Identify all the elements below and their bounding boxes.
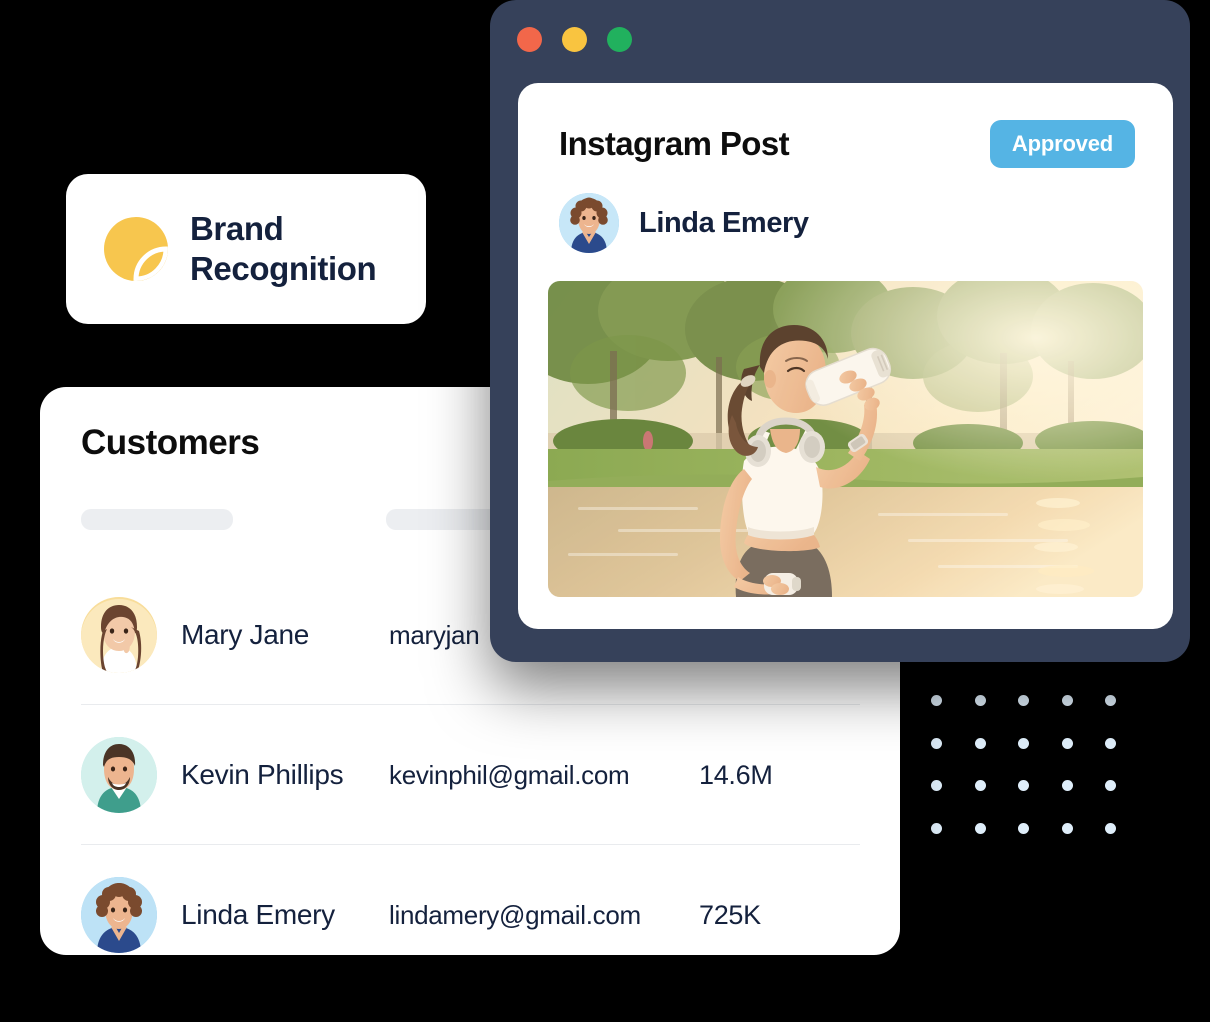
brand-recognition-card[interactable]: Brand Recognition [66, 174, 426, 324]
grid-dot [931, 780, 942, 791]
brand-label-line-1: Brand [190, 210, 284, 248]
avatar-kevin-phillips [81, 737, 157, 813]
brand-label-line-2: Recognition [190, 250, 377, 287]
post-author[interactable]: Linda Emery [559, 193, 809, 253]
table-row[interactable]: Kevin Phillips kevinphil@gmail.com 14.6M [40, 705, 900, 845]
customer-email: lindamery@gmail.com [389, 899, 641, 930]
brand-recognition-label: Brand Recognition [190, 209, 377, 288]
customer-name: Linda Emery [181, 899, 335, 930]
post-header: Instagram Post Approved [559, 117, 1135, 171]
window-close-dot[interactable] [517, 27, 542, 52]
instagram-post-card: Instagram Post Approved Linda Emery [518, 83, 1173, 629]
grid-dot [1105, 822, 1117, 834]
dot-grid-decoration [931, 695, 1149, 865]
grid-dot [974, 695, 986, 706]
customer-name: Mary Jane [181, 619, 310, 650]
avatar-linda-emery [81, 877, 157, 953]
avatar-post-author [559, 193, 619, 253]
brand-recognition-icon [102, 215, 170, 283]
window-maximize-dot[interactable] [607, 27, 632, 52]
table-row[interactable]: Linda Emery lindamery@gmail.com 725K [40, 845, 900, 955]
grid-dot [1061, 695, 1073, 706]
customer-followers: 725K [699, 899, 761, 930]
screenshot-stage: Brand Recognition Customers Mary Jane ma… [0, 0, 1210, 1022]
grid-dot [931, 822, 942, 834]
grid-dot [1018, 737, 1030, 749]
grid-dot [1061, 822, 1073, 834]
customer-name: Kevin Phillips [181, 759, 344, 790]
grid-dot [1018, 780, 1030, 791]
post-photo[interactable] [548, 281, 1143, 597]
grid-dot [1105, 780, 1117, 791]
grid-dot [1018, 695, 1030, 706]
status-badge[interactable]: Approved [989, 120, 1135, 168]
grid-dot [931, 737, 942, 749]
grid-dot [974, 780, 986, 791]
grid-dot [1018, 822, 1030, 834]
grid-dot [974, 822, 986, 834]
grid-dot [931, 695, 942, 706]
avatar-mary-jane [81, 597, 157, 673]
grid-dot [1105, 737, 1117, 749]
name-column-placeholder [81, 509, 233, 530]
post-title: Instagram Post [559, 125, 790, 162]
grid-dot [1105, 695, 1117, 706]
customer-followers: 14.6M [699, 759, 773, 790]
grid-dot [1061, 780, 1073, 791]
window-controls [517, 27, 632, 52]
author-name: Linda Emery [639, 206, 809, 239]
grid-dot [1061, 737, 1073, 749]
customer-email: kevinphil@gmail.com [389, 759, 630, 790]
page-title: Customers [81, 423, 260, 462]
grid-dot [974, 737, 986, 749]
browser-window: Instagram Post Approved Linda Emery [490, 0, 1190, 662]
window-minimize-dot[interactable] [562, 27, 587, 52]
